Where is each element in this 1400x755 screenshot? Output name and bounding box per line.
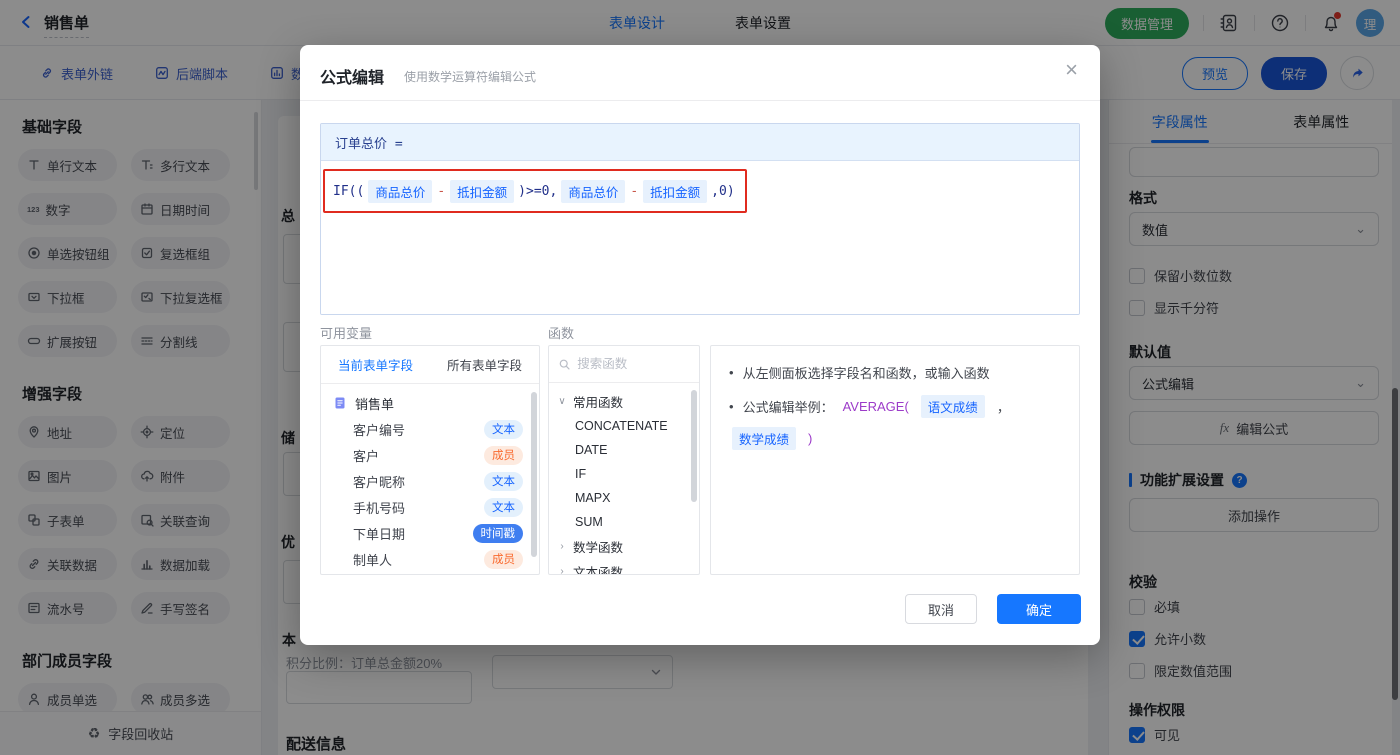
function-item[interactable]: MAPX (549, 486, 699, 510)
variable-name: 手机号码 (353, 500, 406, 516)
formula-result-label: 订单总价 = (321, 124, 1079, 161)
variable-row[interactable]: 客户昵称 文本 (321, 468, 539, 494)
functions-panel: ∨ 常用函数 CONCATENATEDATEIFMAPXSUM › 数学函数 › 文本函数 (548, 345, 700, 575)
modal-subtitle: 使用数学运算符编辑公式 (404, 70, 537, 84)
close-icon[interactable]: × (1065, 59, 1078, 81)
function-group[interactable]: › 文本函数 (549, 559, 699, 575)
variables-label: 可用变量 (320, 326, 373, 341)
example-text: AVERAGE( (842, 399, 909, 414)
variable-type-badge: 文本 (484, 419, 523, 439)
cancel-button[interactable]: 取消 (905, 594, 977, 624)
formula-field-chip[interactable]: 抵扣金额 (643, 179, 708, 203)
help-line1: 从左侧面板选择字段名和函数，或输入函数 (742, 366, 990, 381)
function-item[interactable]: SUM (549, 510, 699, 534)
formula-code: ,0) (711, 183, 735, 199)
formula-field-chip[interactable]: 商品总价 (561, 179, 626, 203)
bullet: • (729, 399, 734, 414)
form-designer-screen: 销售单 表单设计表单设置 数据管理 理 表单外链后端脚本数据权限 预览 保存 (0, 0, 1400, 755)
example-field-chip: 语文成绩 (920, 395, 985, 418)
modal-title: 公式编辑 (320, 70, 385, 87)
variable-row[interactable]: 客户 成员 (321, 442, 539, 468)
function-search-input[interactable] (577, 357, 689, 371)
form-doc-icon (333, 396, 347, 410)
divider (300, 100, 1100, 101)
example-text: ) (808, 431, 813, 446)
function-item[interactable]: IF (549, 462, 699, 486)
function-group-name: 文本函数 (573, 566, 624, 575)
variables-form-row[interactable]: 销售单 (321, 390, 539, 416)
formula-highlight-box: IF((商品总价 - 抵扣金额)>=0, 商品总价 - 抵扣金额 ,0) (323, 169, 747, 213)
chevron-down-icon: ∨ (558, 396, 566, 407)
help-line2-prefix: 公式编辑举例： (742, 400, 834, 415)
function-search (549, 346, 699, 383)
example-field-chip: 数学成绩 (732, 427, 797, 450)
chevron-right-icon: › (560, 566, 564, 575)
variable-row[interactable]: 客户编号 文本 (321, 416, 539, 442)
functions-label: 函数 (548, 326, 575, 341)
variable-type-badge: 成员 (484, 549, 523, 569)
formula-field-chip[interactable]: 商品总价 (368, 179, 433, 203)
functions-scrollbar[interactable] (691, 390, 697, 502)
formula-editor: 订单总价 = IF((商品总价 - 抵扣金额)>=0, 商品总价 - 抵扣金额 ,0) (320, 123, 1080, 315)
confirm-button[interactable]: 确定 (997, 594, 1081, 624)
variables-form-name: 销售单 (355, 396, 395, 412)
variables-tabs: 当前表单字段 所有表单字段 (321, 346, 539, 384)
variable-row[interactable]: 下单日期 时间戳 (321, 520, 539, 546)
example-text: ， (996, 400, 1010, 415)
variable-type-badge: 成员 (484, 445, 523, 465)
variable-type-badge: 文本 (484, 471, 523, 491)
variable-name: 客户 (353, 448, 380, 464)
variable-row[interactable]: 手机号码 文本 (321, 494, 539, 520)
function-group[interactable]: ∨ 常用函数 (549, 389, 699, 414)
variable-name: 客户昵称 (353, 474, 406, 490)
formula-body[interactable]: IF((商品总价 - 抵扣金额)>=0, 商品总价 - 抵扣金额 ,0) (321, 161, 1079, 314)
formula-help-panel: • 从左侧面板选择字段名和函数，或输入函数 • 公式编辑举例： AVERAGE(… (710, 345, 1080, 575)
chevron-right-icon: › (560, 541, 564, 552)
function-item[interactable]: CONCATENATE (549, 414, 699, 438)
formula-field-chip[interactable]: 抵扣金额 (450, 179, 515, 203)
function-group-name: 数学函数 (573, 541, 624, 555)
formula-operator: - (630, 183, 639, 199)
variable-row[interactable]: 制单人 成员 (321, 546, 539, 572)
variables-scrollbar[interactable] (531, 392, 537, 557)
variables-panel: 当前表单字段 所有表单字段 销售单 客户编号 文本 客户 成员 客户昵称 文本 手机号码 文本 下单… (320, 345, 540, 575)
variable-type-badge: 时间戳 (472, 523, 523, 543)
function-group-name: 常用函数 (573, 396, 624, 410)
variables-list: 销售单 客户编号 文本 客户 成员 客户昵称 文本 手机号码 文本 下单日期 时间戳 制单人 成员 (321, 384, 539, 574)
variable-name: 制单人 (353, 552, 393, 568)
search-icon (559, 359, 570, 369)
formula-operator: - (437, 183, 446, 199)
formula-code: )>=0, (518, 183, 558, 199)
formula-code: IF(( (333, 183, 365, 199)
function-item[interactable]: DATE (549, 438, 699, 462)
function-group[interactable]: › 数学函数 (549, 534, 699, 559)
variable-name: 客户编号 (353, 422, 406, 438)
variables-tab-0[interactable]: 当前表单字段 (321, 346, 430, 383)
variable-name: 下单日期 (353, 526, 406, 542)
bullet: • (729, 365, 734, 380)
formula-expression: IF((商品总价 - 抵扣金额)>=0, 商品总价 - 抵扣金额 ,0) (333, 179, 735, 203)
formula-edit-modal: 公式编辑 使用数学运算符编辑公式 × 订单总价 = IF((商品总价 - 抵扣金额)… (300, 45, 1100, 645)
variables-tab-1[interactable]: 所有表单字段 (430, 346, 539, 383)
functions-tree: ∨ 常用函数 CONCATENATE DATE IF MAPX SUM › 数学函数 › 文本函数 (549, 383, 699, 575)
variable-type-badge: 文本 (484, 497, 523, 517)
